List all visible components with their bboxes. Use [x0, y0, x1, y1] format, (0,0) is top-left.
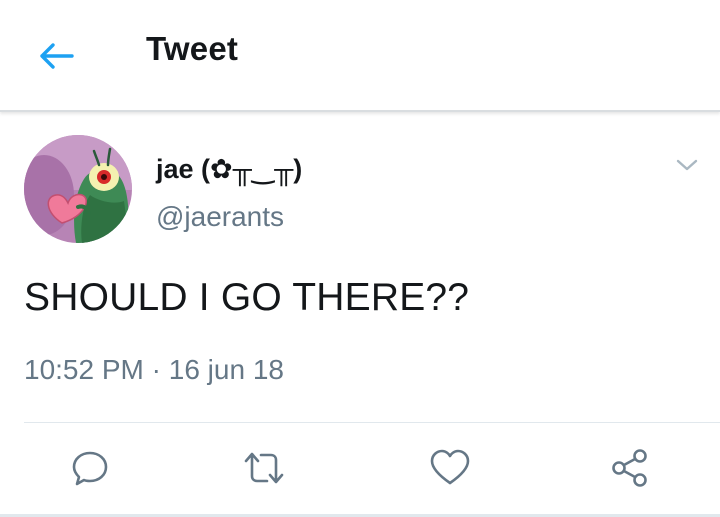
retweet-icon: [244, 452, 284, 484]
share-button[interactable]: [606, 446, 654, 490]
reply-icon: [72, 451, 108, 486]
arrow-left-icon: [40, 43, 74, 69]
heart-icon: [430, 449, 470, 485]
author-handle[interactable]: @jaerants: [156, 201, 284, 233]
page-title: Tweet: [146, 30, 239, 67]
share-icon: [612, 449, 647, 487]
retweet-button[interactable]: [240, 446, 288, 490]
like-button[interactable]: [426, 446, 474, 490]
divider: [24, 422, 720, 423]
top-app-bar: Tweet: [0, 0, 720, 112]
chevron-down-icon: [676, 159, 698, 171]
author-display-name[interactable]: jae (✿╥‿╥): [156, 154, 302, 185]
reply-button[interactable]: [66, 446, 114, 490]
tweet-menu-button[interactable]: [672, 152, 702, 178]
meta-separator: ·: [151, 354, 161, 385]
tweet-date: 16 jun 18: [168, 354, 284, 385]
avatar-image: [24, 135, 132, 243]
back-button[interactable]: [34, 36, 78, 76]
tweet-detail-screen: Tweet jae (✿╥‿╥) @jaerants SHOULD I GO T…: [0, 0, 720, 517]
tweet-text: SHOULD I GO THERE??: [24, 276, 470, 319]
tweet-time: 10:52 PM: [24, 354, 144, 385]
avatar[interactable]: [24, 135, 132, 243]
tweet-timestamp: 10:52 PM · 16 jun 18: [24, 354, 284, 386]
